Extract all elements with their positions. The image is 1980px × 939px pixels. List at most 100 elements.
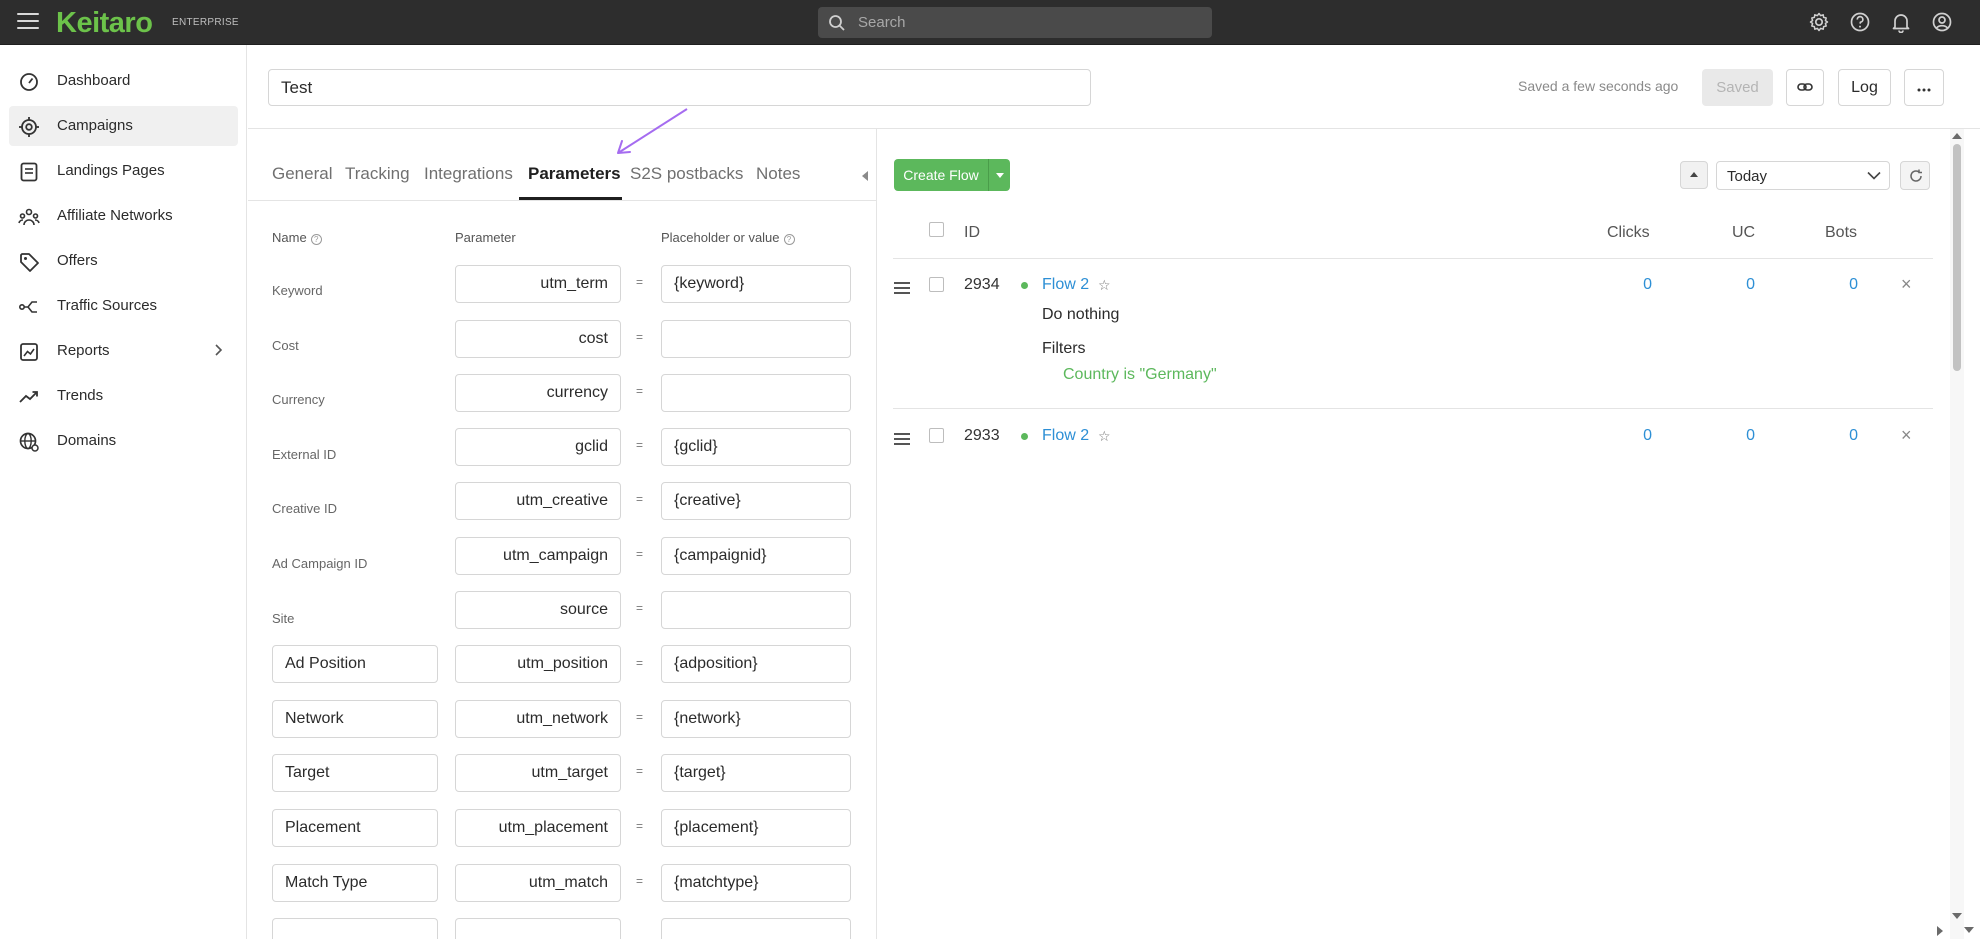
row-checkbox[interactable]	[929, 277, 944, 292]
value-input[interactable]	[661, 265, 851, 303]
scroll-up-icon[interactable]	[1952, 133, 1962, 139]
log-button[interactable]: Log	[1838, 69, 1891, 106]
create-flow-button[interactable]: Create Flow	[894, 159, 988, 191]
param-input[interactable]	[455, 537, 621, 575]
sidebar-item-campaigns[interactable]: Campaigns	[9, 106, 238, 146]
gauge-icon	[20, 73, 38, 91]
bots-value[interactable]: 0	[1818, 427, 1858, 445]
value-input[interactable]	[661, 645, 851, 683]
header-divider	[248, 128, 1980, 129]
value-input[interactable]	[661, 700, 851, 738]
favorite-star-icon[interactable]: ☆	[1098, 277, 1111, 294]
tab-s2s-postbacks[interactable]: S2S postbacks	[630, 164, 743, 184]
tabs-scroll-left-icon[interactable]	[862, 171, 868, 181]
sidebar-item-traffic-sources[interactable]: Traffic Sources	[9, 286, 238, 326]
sidebar-item-offers[interactable]: Offers	[9, 241, 238, 281]
tab-general[interactable]: General	[272, 164, 332, 184]
menu-icon[interactable]	[17, 13, 39, 31]
uc-value[interactable]: 0	[1715, 427, 1755, 445]
param-input[interactable]	[455, 428, 621, 466]
value-input[interactable]	[661, 754, 851, 792]
param-name-input[interactable]	[272, 864, 438, 902]
scroll-down-icon[interactable]	[1952, 913, 1962, 919]
corner-scroll-down-icon[interactable]	[1964, 927, 1974, 933]
param-name-input[interactable]	[272, 645, 438, 683]
filter-condition[interactable]: Country is "Germany"	[1063, 366, 1217, 384]
user-account-icon[interactable]	[1931, 11, 1953, 33]
param-input[interactable]	[455, 918, 621, 939]
column-header-clicks[interactable]: Clicks	[1607, 224, 1650, 242]
param-name-input[interactable]	[272, 809, 438, 847]
param-input[interactable]	[455, 645, 621, 683]
row-checkbox[interactable]	[929, 428, 944, 443]
value-input[interactable]	[661, 374, 851, 412]
param-input[interactable]	[455, 591, 621, 629]
date-range-select[interactable]: Today	[1716, 161, 1890, 190]
clicks-value[interactable]: 0	[1612, 427, 1652, 445]
info-icon[interactable]: ?	[310, 234, 322, 245]
value-input[interactable]	[661, 428, 851, 466]
param-input[interactable]	[455, 700, 621, 738]
saved-button[interactable]: Saved	[1702, 69, 1773, 106]
settings-gear-icon[interactable]	[1808, 11, 1830, 33]
value-input[interactable]	[661, 482, 851, 520]
value-input[interactable]	[661, 320, 851, 358]
column-header-uc[interactable]: UC	[1732, 224, 1755, 242]
sidebar-item-domains[interactable]: Domains	[9, 421, 238, 461]
collapse-up-button[interactable]	[1680, 161, 1708, 189]
value-input[interactable]	[661, 918, 851, 939]
scroll-right-icon[interactable]	[1937, 926, 1943, 936]
campaign-name-input[interactable]	[268, 69, 1091, 106]
bots-value[interactable]: 0	[1818, 276, 1858, 294]
tab-notes[interactable]: Notes	[756, 164, 800, 184]
scrollbar-thumb[interactable]	[1953, 144, 1961, 371]
param-input[interactable]	[455, 265, 621, 303]
sidebar-item-trends[interactable]: Trends	[9, 376, 238, 416]
param-name-input[interactable]	[272, 700, 438, 738]
clicks-value[interactable]: 0	[1612, 276, 1652, 294]
select-all-checkbox[interactable]	[929, 222, 944, 237]
column-header-id[interactable]: ID	[964, 224, 980, 242]
more-options-button[interactable]	[1904, 69, 1944, 106]
sidebar-item-dashboard[interactable]: Dashboard	[9, 61, 238, 101]
info-icon[interactable]: ?	[783, 234, 795, 245]
copy-link-button[interactable]	[1786, 69, 1824, 106]
tab-tracking[interactable]: Tracking	[345, 164, 410, 184]
tab-integrations[interactable]: Integrations	[424, 164, 513, 184]
value-input[interactable]	[661, 537, 851, 575]
param-input[interactable]	[455, 320, 621, 358]
flow-name-link[interactable]: Flow 2	[1042, 427, 1089, 445]
drag-handle-icon[interactable]	[894, 282, 910, 297]
app-logo[interactable]: Keitaro	[56, 7, 153, 40]
param-input[interactable]	[455, 482, 621, 520]
param-input[interactable]	[455, 809, 621, 847]
column-header-bots[interactable]: Bots	[1825, 224, 1857, 242]
global-search[interactable]	[818, 7, 1212, 38]
sidebar-item-reports[interactable]: Reports	[9, 331, 238, 371]
drag-handle-icon[interactable]	[894, 433, 910, 448]
value-input[interactable]	[661, 591, 851, 629]
notifications-bell-icon[interactable]	[1890, 11, 1912, 33]
param-input[interactable]	[455, 864, 621, 902]
sidebar-item-label: Landings Pages	[57, 162, 165, 179]
param-name-input[interactable]	[272, 754, 438, 792]
value-input[interactable]	[661, 864, 851, 902]
sidebar-item-affiliate-networks[interactable]: Affiliate Networks	[9, 196, 238, 236]
favorite-star-icon[interactable]: ☆	[1098, 428, 1111, 445]
tab-parameters[interactable]: Parameters	[528, 164, 621, 184]
param-name-input[interactable]	[272, 918, 438, 939]
value-input[interactable]	[661, 809, 851, 847]
help-icon[interactable]	[1849, 11, 1871, 33]
refresh-button[interactable]	[1900, 161, 1930, 190]
create-flow-dropdown-button[interactable]	[988, 159, 1010, 191]
refresh-icon	[1910, 169, 1922, 182]
param-input[interactable]	[455, 754, 621, 792]
delete-flow-icon[interactable]: ×	[1901, 274, 1912, 295]
search-input[interactable]	[858, 7, 1198, 38]
param-input[interactable]	[455, 374, 621, 412]
flow-name-link[interactable]: Flow 2	[1042, 276, 1089, 294]
uc-value[interactable]: 0	[1715, 276, 1755, 294]
delete-flow-icon[interactable]: ×	[1901, 425, 1912, 446]
equals-sign: =	[636, 874, 644, 888]
sidebar-item-landings-pages[interactable]: Landings Pages	[9, 151, 238, 191]
